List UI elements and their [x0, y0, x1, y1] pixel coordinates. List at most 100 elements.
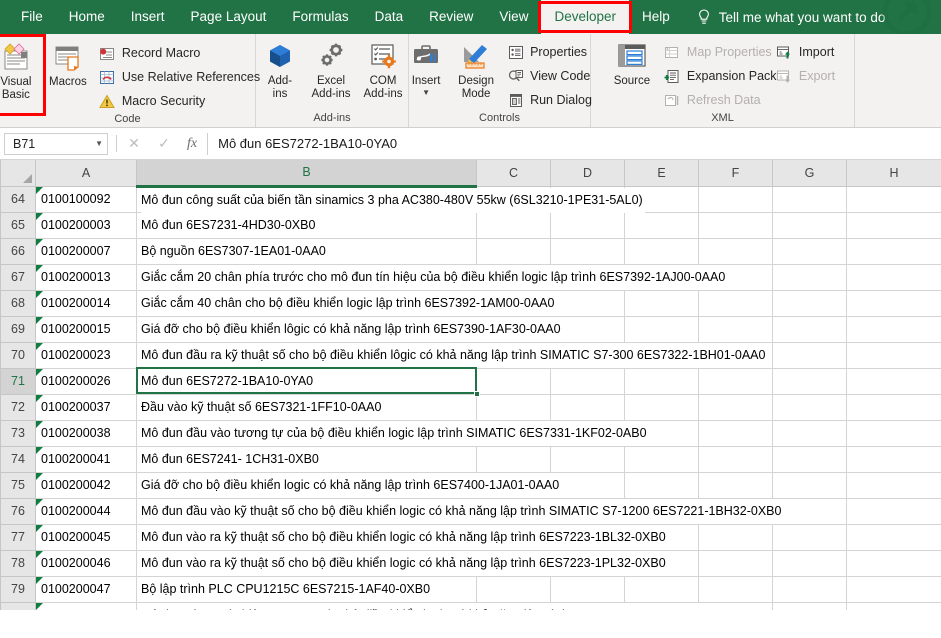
- xml-source-button[interactable]: Source: [605, 38, 659, 88]
- cell-d[interactable]: [551, 368, 625, 394]
- row-header[interactable]: 76: [1, 498, 36, 524]
- cell-g[interactable]: [773, 316, 847, 342]
- cell-f[interactable]: [699, 602, 773, 610]
- column-header-e[interactable]: E: [625, 160, 699, 186]
- cell-g[interactable]: [773, 186, 847, 212]
- spreadsheet-grid[interactable]: A B C D E F G H 640100100092Mô đun công …: [0, 160, 941, 610]
- cell-b[interactable]: Mô đun đầu vào kỹ thuật số cho bộ điều k…: [137, 498, 477, 524]
- cell-d[interactable]: [551, 238, 625, 264]
- cell-h[interactable]: [847, 316, 941, 342]
- cell-g[interactable]: [773, 472, 847, 498]
- cell-a[interactable]: 0100200041: [36, 446, 137, 472]
- name-box-caret-icon[interactable]: ▼: [95, 139, 103, 148]
- cell-a[interactable]: 0100200037: [36, 394, 137, 420]
- cell-e[interactable]: [625, 394, 699, 420]
- view-code-button[interactable]: View Code: [502, 64, 597, 88]
- design-mode-button[interactable]: Design Mode: [450, 38, 502, 101]
- cell-a[interactable]: 0100200047: [36, 576, 137, 602]
- tab-developer[interactable]: Developer: [541, 0, 629, 34]
- cell-b[interactable]: Bộ lập trình PLC CPU1215C 6ES7215-1AF40-…: [137, 576, 477, 602]
- cell-h[interactable]: [847, 602, 941, 610]
- excel-add-ins-button[interactable]: Excel Add-ins: [305, 38, 357, 101]
- cell-h[interactable]: [847, 186, 941, 212]
- cell-f[interactable]: [699, 420, 773, 446]
- cell-a[interactable]: 0100200045: [36, 524, 137, 550]
- cell-h[interactable]: [847, 446, 941, 472]
- column-header-f[interactable]: F: [699, 160, 773, 186]
- tab-insert[interactable]: Insert: [118, 0, 178, 34]
- record-macro-button[interactable]: Record Macro: [94, 41, 265, 65]
- cancel-edit-icon[interactable]: ✕: [127, 135, 141, 152]
- cell-b[interactable]: Đầu vào kỹ thuật số 6ES7321-1FF10-0AA0: [137, 394, 477, 420]
- cell-a[interactable]: 0100200015: [36, 316, 137, 342]
- cell-a[interactable]: 0100200003: [36, 212, 137, 238]
- visual-basic-button[interactable]: Visual Basic: [0, 39, 42, 102]
- cell-f[interactable]: [699, 316, 773, 342]
- tab-help[interactable]: Help: [629, 0, 683, 34]
- cell-f[interactable]: [699, 290, 773, 316]
- column-header-c[interactable]: C: [477, 160, 551, 186]
- cell-h[interactable]: [847, 368, 941, 394]
- column-header-h[interactable]: H: [847, 160, 941, 186]
- cell-h[interactable]: [847, 420, 941, 446]
- cell-b[interactable]: Mô đun 6ES7231-4HD30-0XB0: [137, 212, 477, 238]
- cell-f[interactable]: [699, 238, 773, 264]
- row-header[interactable]: 77: [1, 524, 36, 550]
- cell-d[interactable]: [551, 290, 625, 316]
- tab-home[interactable]: Home: [56, 0, 118, 34]
- cell-b[interactable]: Mô đun 6ES7241- 1CH31-0XB0: [137, 446, 477, 472]
- cell-f[interactable]: [699, 212, 773, 238]
- cell-c[interactable]: [477, 238, 551, 264]
- tab-file[interactable]: File: [8, 0, 56, 34]
- row-header[interactable]: 64: [1, 186, 36, 212]
- cell-d[interactable]: [551, 576, 625, 602]
- cell-g[interactable]: [773, 394, 847, 420]
- cell-f[interactable]: [699, 576, 773, 602]
- cell-h[interactable]: [847, 576, 941, 602]
- cell-b[interactable]: Mô đun đầu ra kỹ thuật số cho bộ điều kh…: [137, 342, 477, 368]
- cell-b[interactable]: Mô đun vào ra kỹ thuật số cho bộ điều kh…: [137, 550, 477, 576]
- cell-f[interactable]: [699, 550, 773, 576]
- cell-e[interactable]: [625, 290, 699, 316]
- insert-dropdown-caret-icon[interactable]: ▼: [422, 89, 430, 97]
- cell-g[interactable]: [773, 576, 847, 602]
- cell-f[interactable]: [699, 524, 773, 550]
- tab-formulas[interactable]: Formulas: [279, 0, 361, 34]
- cell-a[interactable]: 0100200038: [36, 420, 137, 446]
- row-header[interactable]: 70: [1, 342, 36, 368]
- cell-h[interactable]: [847, 238, 941, 264]
- cell-b[interactable]: Bộ nguồn 6ES7307-1EA01-0AA0: [137, 238, 477, 264]
- cell-f[interactable]: [699, 472, 773, 498]
- cell-g[interactable]: [773, 212, 847, 238]
- cell-a[interactable]: 0100200046: [36, 550, 137, 576]
- column-header-a[interactable]: A: [36, 160, 137, 186]
- cell-h[interactable]: [847, 472, 941, 498]
- cell-e[interactable]: [625, 446, 699, 472]
- cell-a[interactable]: 0100200014: [36, 290, 137, 316]
- row-header[interactable]: 72: [1, 394, 36, 420]
- cell-d[interactable]: [551, 212, 625, 238]
- cell-h[interactable]: [847, 290, 941, 316]
- cell-b[interactable]: Mô đun vào ra kỹ thuật số cho bộ điều kh…: [137, 524, 477, 550]
- row-header[interactable]: 78: [1, 550, 36, 576]
- column-header-g[interactable]: G: [773, 160, 847, 186]
- cell-g[interactable]: [773, 446, 847, 472]
- cell-a[interactable]: 0100200007: [36, 238, 137, 264]
- row-header[interactable]: 68: [1, 290, 36, 316]
- cell-h[interactable]: [847, 264, 941, 290]
- confirm-edit-icon[interactable]: ✓: [157, 135, 171, 152]
- cell-a[interactable]: 0100100092: [36, 186, 137, 212]
- row-header[interactable]: 65: [1, 212, 36, 238]
- cell-g[interactable]: [773, 342, 847, 368]
- cell-h[interactable]: [847, 550, 941, 576]
- row-header[interactable]: 67: [1, 264, 36, 290]
- cell-e[interactable]: [625, 316, 699, 342]
- cell-g[interactable]: [773, 238, 847, 264]
- cell-h[interactable]: [847, 212, 941, 238]
- cell-c[interactable]: [477, 394, 551, 420]
- cell-h[interactable]: [847, 394, 941, 420]
- row-header[interactable]: 73: [1, 420, 36, 446]
- fill-handle[interactable]: [474, 391, 480, 397]
- cell-g[interactable]: [773, 264, 847, 290]
- row-header[interactable]: 75: [1, 472, 36, 498]
